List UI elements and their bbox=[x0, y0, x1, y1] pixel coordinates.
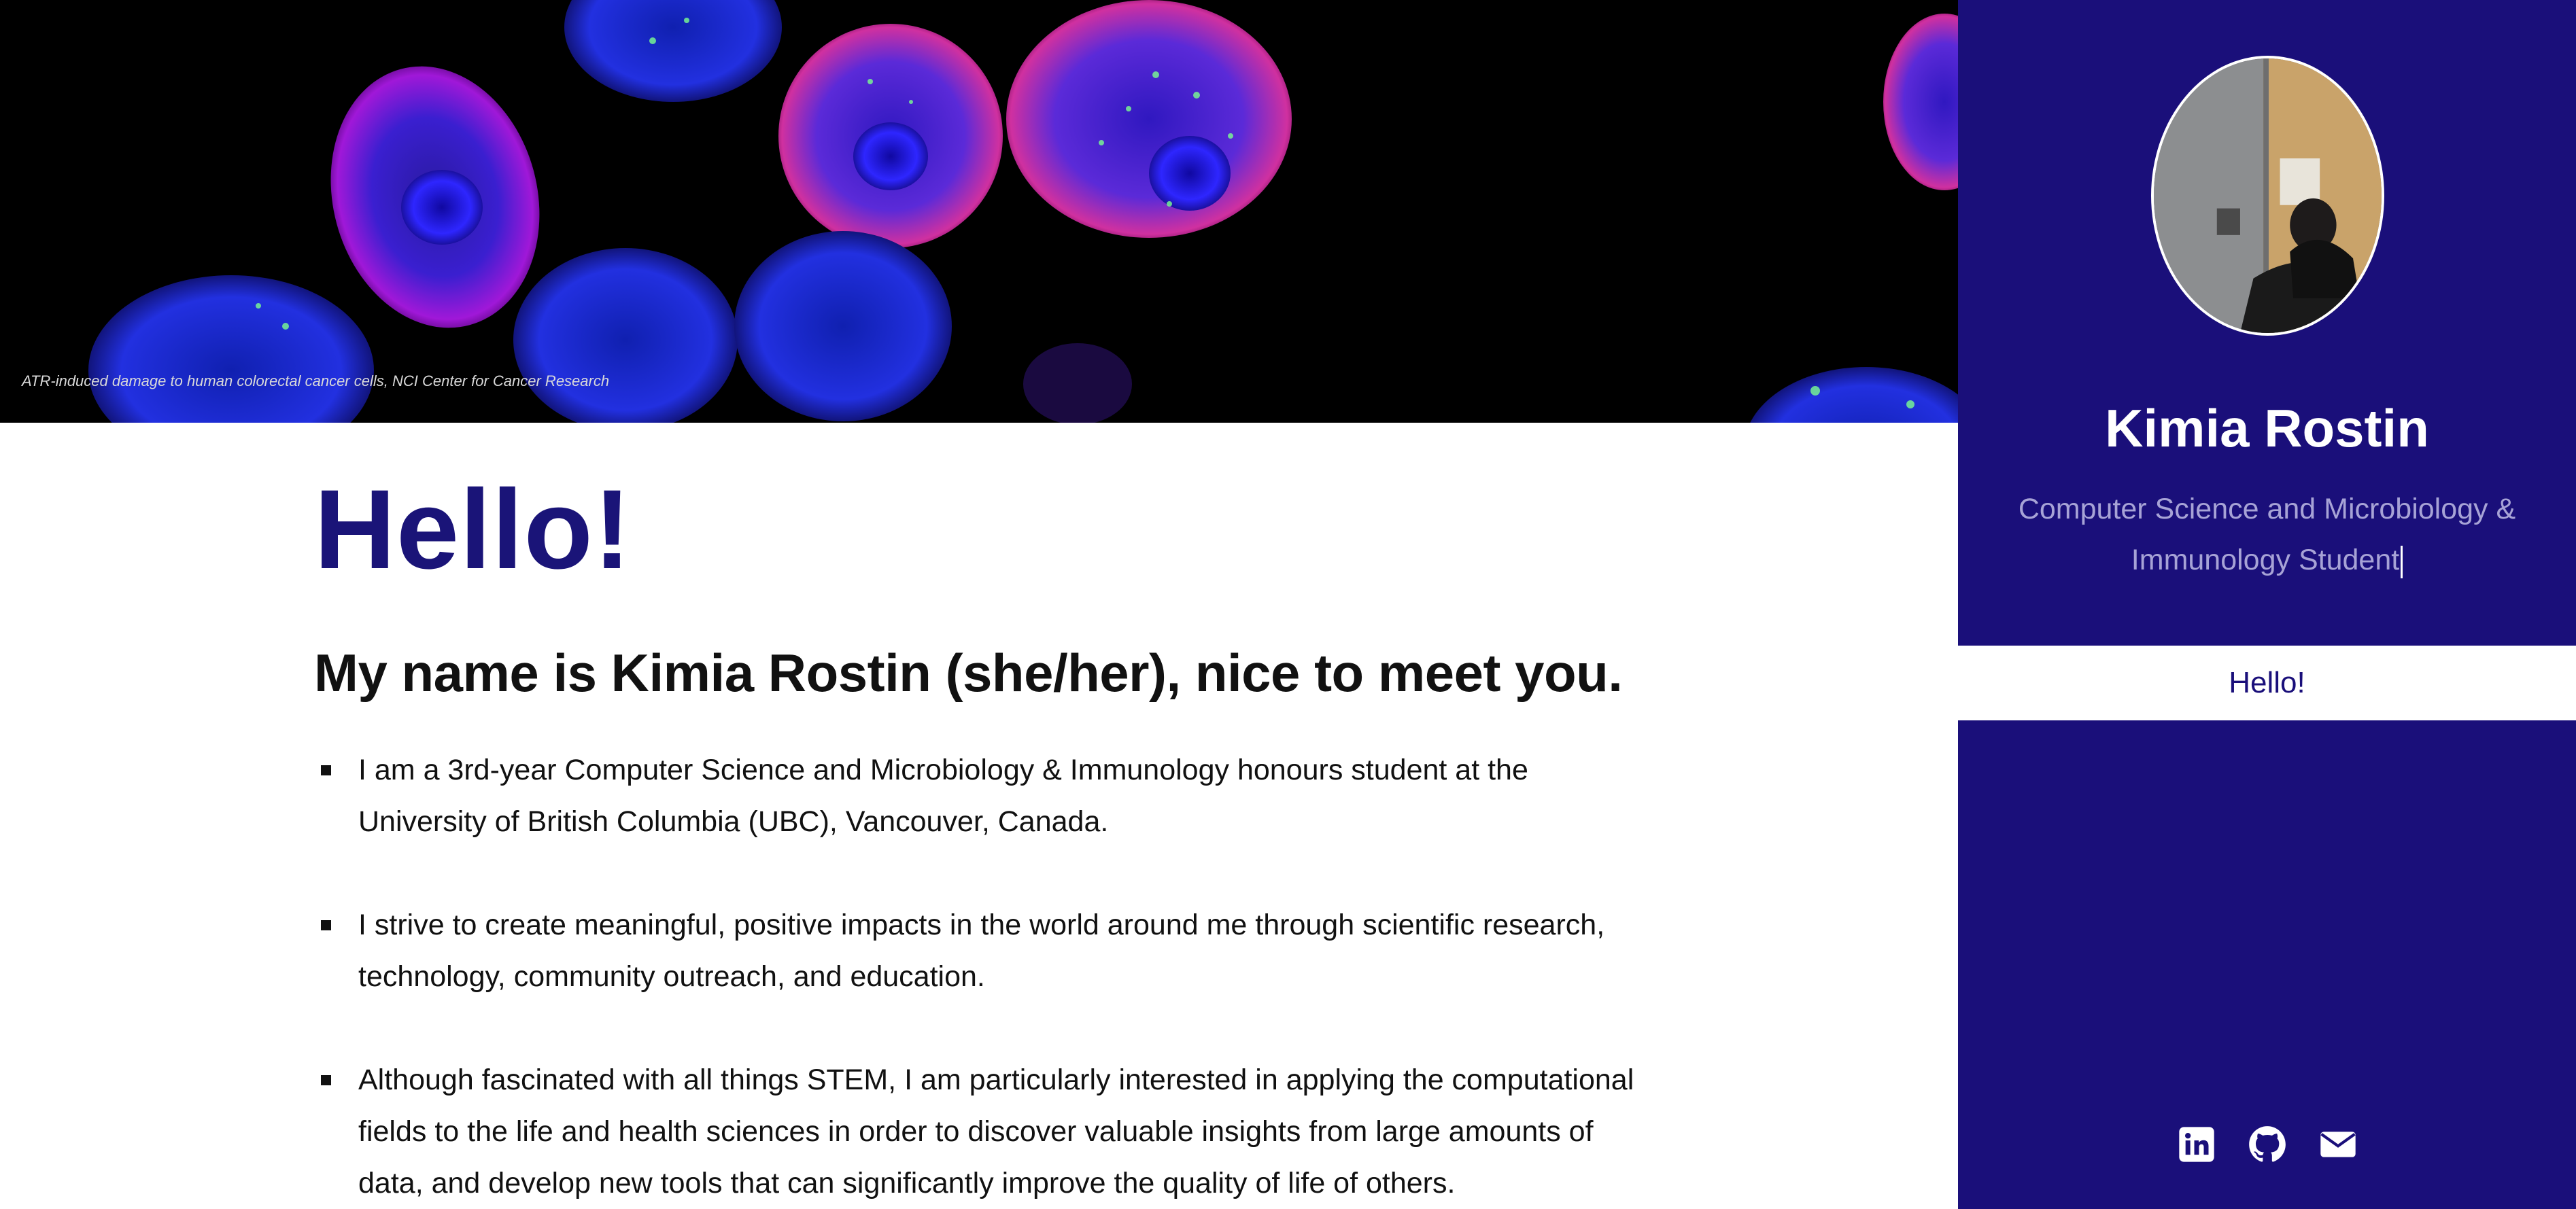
list-item-line: University of British Columbia (UBC), Va… bbox=[358, 805, 1109, 838]
page: ATR-induced damage to human colorectal c… bbox=[0, 0, 2576, 1209]
intro-heading: My name is Kimia Rostin (she/her), nice … bbox=[314, 643, 1623, 703]
list-item: Although fascinated with all things STEM… bbox=[314, 1054, 1647, 1209]
bio-list: I am a 3rd-year Computer Science and Mic… bbox=[314, 744, 1647, 1209]
avatar-photo bbox=[2154, 58, 2382, 333]
avatar bbox=[2151, 56, 2384, 336]
page-title: Hello! bbox=[314, 467, 632, 593]
hero-cell-image bbox=[0, 0, 1958, 423]
text-caret bbox=[2401, 545, 2403, 578]
list-item: I am a 3rd-year Computer Science and Mic… bbox=[314, 744, 1647, 847]
sidebar-item-hello[interactable]: Hello! bbox=[2229, 666, 2305, 700]
profile-subtitle-line: Computer Science and Microbiology & bbox=[2018, 493, 2516, 525]
profile-subtitle-line: Immunology Student bbox=[2131, 544, 2400, 576]
bullet-square-icon bbox=[321, 765, 331, 775]
linkedin-icon[interactable] bbox=[2178, 1125, 2216, 1163]
profile-subtitle: Computer Science and Microbiology & Immu… bbox=[1999, 484, 2535, 586]
profile-name: Kimia Rostin bbox=[2105, 398, 2429, 458]
list-item: I strive to create meaningful, positive … bbox=[314, 899, 1647, 1002]
social-links bbox=[1958, 1125, 2576, 1163]
email-icon[interactable] bbox=[2319, 1125, 2357, 1163]
list-item-line: technology, community outreach, and educ… bbox=[358, 960, 985, 993]
list-item-line: I am a 3rd-year Computer Science and Mic… bbox=[358, 754, 1528, 786]
hero-caption: ATR-induced damage to human colorectal c… bbox=[22, 372, 610, 389]
list-item-line: Although fascinated with all things STEM… bbox=[358, 1064, 1634, 1096]
list-item-line: data, and develop new tools that can sig… bbox=[358, 1167, 1456, 1199]
main-content: Hello! My name is Kimia Rostin (she/her)… bbox=[314, 469, 1674, 1209]
list-item-line: I strive to create meaningful, positive … bbox=[358, 909, 1605, 941]
bullet-square-icon bbox=[321, 920, 331, 930]
bullet-square-icon bbox=[321, 1075, 331, 1085]
sidebar: Kimia Rostin Computer Science and Microb… bbox=[1958, 0, 2576, 1209]
hero-banner: ATR-induced damage to human colorectal c… bbox=[0, 0, 1958, 423]
github-icon[interactable] bbox=[2248, 1125, 2286, 1163]
list-item-line: fields to the life and health sciences i… bbox=[358, 1115, 1594, 1148]
sidebar-nav: Hello! bbox=[1958, 646, 2576, 720]
